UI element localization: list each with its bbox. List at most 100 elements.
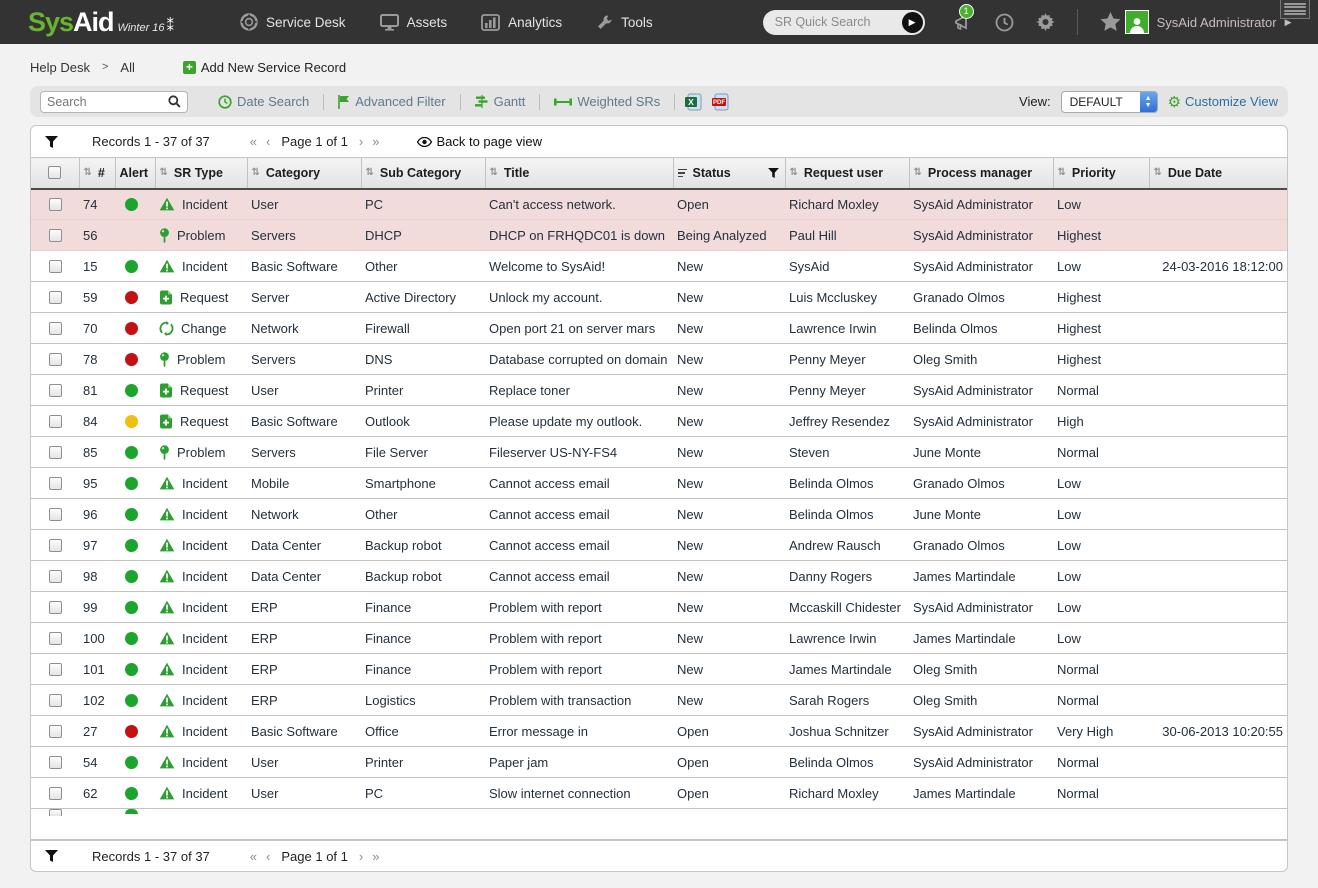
filter-funnel-icon[interactable] xyxy=(45,850,58,862)
row-checkbox[interactable] xyxy=(49,353,62,366)
column-header-title[interactable]: ⇅Title xyxy=(485,158,673,189)
table-row[interactable]: 59RequestServerActive DirectoryUnlock my… xyxy=(31,282,1287,313)
favorites-star-icon[interactable] xyxy=(1100,12,1121,32)
list-search-input[interactable] xyxy=(47,95,168,109)
last-page-button[interactable]: » xyxy=(372,849,379,864)
table-row[interactable]: 97IncidentData CenterBackup robotCannot … xyxy=(31,530,1287,561)
table-row[interactable]: 70ChangeNetworkFirewallOpen port 21 on s… xyxy=(31,313,1287,344)
column-header-sr-type[interactable]: ⇅SR Type xyxy=(155,158,247,189)
sr-type-label: Incident xyxy=(182,197,228,212)
table-row[interactable]: 100IncidentERPFinanceProblem with report… xyxy=(31,623,1287,654)
row-checkbox[interactable] xyxy=(49,632,62,645)
row-checkbox[interactable] xyxy=(49,787,62,800)
row-checkbox[interactable] xyxy=(49,809,62,816)
gantt-button[interactable]: Gantt xyxy=(471,94,530,109)
column-header-request-user[interactable]: ⇅Request user xyxy=(785,158,909,189)
cell-title: Cannot access email xyxy=(485,499,673,530)
date-search-button[interactable]: Date Search xyxy=(214,94,313,109)
column-header-sub-category[interactable]: ⇅Sub Category xyxy=(361,158,485,189)
next-page-button[interactable]: › xyxy=(359,134,363,149)
prev-page-button[interactable]: ‹ xyxy=(266,849,270,864)
table-row[interactable]: 62IncidentUserPCSlow internet connection… xyxy=(31,778,1287,809)
search-icon[interactable] xyxy=(168,95,181,108)
row-checkbox[interactable] xyxy=(49,694,62,707)
row-checkbox[interactable] xyxy=(49,198,62,211)
table-row[interactable]: 78ProblemServersDNSDatabase corrupted on… xyxy=(31,344,1287,375)
cell-alert xyxy=(115,716,155,747)
view-select[interactable]: DEFAULT ▲▼ xyxy=(1061,91,1158,113)
row-checkbox[interactable] xyxy=(49,601,62,614)
sr-quick-search-input[interactable] xyxy=(775,15,902,29)
row-checkbox[interactable] xyxy=(49,756,62,769)
breadcrumb-section[interactable]: Help Desk xyxy=(30,60,90,75)
settings-gear-icon[interactable] xyxy=(1036,13,1055,32)
table-row[interactable]: 98IncidentData CenterBackup robotCannot … xyxy=(31,561,1287,592)
window-menu-icon[interactable] xyxy=(1280,0,1310,19)
column-header-process-manager[interactable]: ⇅Process manager xyxy=(909,158,1053,189)
breadcrumb-current[interactable]: All xyxy=(120,60,134,75)
table-row[interactable]: 27IncidentBasic SoftwareOfficeError mess… xyxy=(31,716,1287,747)
export-pdf-icon[interactable]: PDF xyxy=(712,93,729,111)
add-new-service-record-button[interactable]: + Add New Service Record xyxy=(183,60,346,75)
export-excel-icon[interactable]: X xyxy=(685,93,702,111)
filter-funnel-icon[interactable] xyxy=(45,136,58,148)
column-header-id[interactable]: ⇅# xyxy=(79,158,115,189)
last-page-button[interactable]: » xyxy=(372,134,379,149)
table-row[interactable]: 101IncidentERPFinanceProblem with report… xyxy=(31,654,1287,685)
row-checkbox[interactable] xyxy=(49,384,62,397)
nav-item-tools[interactable]: Tools xyxy=(596,13,653,31)
row-checkbox[interactable] xyxy=(49,663,62,676)
row-checkbox[interactable] xyxy=(49,229,62,242)
table-row[interactable]: 96IncidentNetworkOtherCannot access emai… xyxy=(31,499,1287,530)
column-header-category[interactable]: ⇅Category xyxy=(247,158,361,189)
row-checkbox[interactable] xyxy=(49,725,62,738)
table-row[interactable]: 99IncidentERPFinanceProblem with reportN… xyxy=(31,592,1287,623)
cell-priority: Highest xyxy=(1053,344,1149,375)
row-checkbox[interactable] xyxy=(49,539,62,552)
table-row[interactable]: 95IncidentMobileSmartphoneCannot access … xyxy=(31,468,1287,499)
column-header-status[interactable]: Status xyxy=(673,158,785,189)
table-row[interactable]: 56ProblemServersDHCPDHCP on FRHQDC01 is … xyxy=(31,220,1287,251)
user-menu[interactable]: SysAid Administrator ▶ xyxy=(1125,10,1292,34)
sr-type-label: Request xyxy=(180,290,228,305)
cell-category: ERP xyxy=(247,623,361,654)
table-row[interactable]: 84RequestBasic SoftwareOutlookPlease upd… xyxy=(31,406,1287,437)
row-checkbox[interactable] xyxy=(49,477,62,490)
row-checkbox[interactable] xyxy=(49,570,62,583)
row-checkbox[interactable] xyxy=(49,446,62,459)
history-clock-icon[interactable] xyxy=(995,13,1014,32)
announcements-icon[interactable]: 1 xyxy=(953,13,973,32)
row-checkbox[interactable] xyxy=(49,291,62,304)
status-filter-funnel-icon[interactable] xyxy=(768,168,781,178)
row-checkbox[interactable] xyxy=(49,508,62,521)
table-row[interactable]: 85ProblemServersFile ServerFileserver US… xyxy=(31,437,1287,468)
table-row[interactable]: 102IncidentERPLogisticsProblem with tran… xyxy=(31,685,1287,716)
column-header-due-date[interactable]: ⇅Due Date xyxy=(1149,158,1287,189)
row-checkbox[interactable] xyxy=(49,415,62,428)
first-page-button[interactable]: « xyxy=(250,134,257,149)
customize-view-button[interactable]: ⚙ Customize View xyxy=(1168,93,1278,111)
nav-item-service-desk[interactable]: Service Desk xyxy=(240,13,346,31)
nav-item-analytics[interactable]: Analytics xyxy=(481,13,562,31)
cell-request-user: Mccaskill Chidester xyxy=(785,592,909,623)
table-row[interactable]: 15IncidentBasic SoftwareOtherWelcome to … xyxy=(31,251,1287,282)
column-header-priority[interactable]: ⇅Priority xyxy=(1053,158,1149,189)
next-page-button[interactable]: › xyxy=(359,849,363,864)
advanced-filter-button[interactable]: Advanced Filter xyxy=(334,94,449,109)
first-page-button[interactable]: « xyxy=(250,849,257,864)
select-all-checkbox[interactable] xyxy=(48,166,61,179)
back-to-page-view-button[interactable]: Back to page view xyxy=(417,134,542,149)
prev-page-button[interactable]: ‹ xyxy=(266,134,270,149)
nav-item-assets[interactable]: Assets xyxy=(380,13,448,31)
table-row[interactable]: 74IncidentUserPCCan't access network.Ope… xyxy=(31,189,1287,220)
column-header-alert[interactable]: Alert xyxy=(115,158,155,189)
sysaid-logo[interactable]: SysAid Winter 16 ⁑ xyxy=(28,7,174,38)
eye-icon xyxy=(417,137,432,147)
table-row[interactable]: 54IncidentUserPrinterPaper jamOpenBelind… xyxy=(31,747,1287,778)
weighted-srs-button[interactable]: Weighted SRs xyxy=(550,94,664,109)
cell-sub-category: PC xyxy=(361,778,485,809)
table-row[interactable]: 81RequestUserPrinterReplace tonerNewPenn… xyxy=(31,375,1287,406)
row-checkbox[interactable] xyxy=(49,322,62,335)
quick-search-go-button[interactable]: ▶ xyxy=(902,12,923,33)
row-checkbox[interactable] xyxy=(49,260,62,273)
